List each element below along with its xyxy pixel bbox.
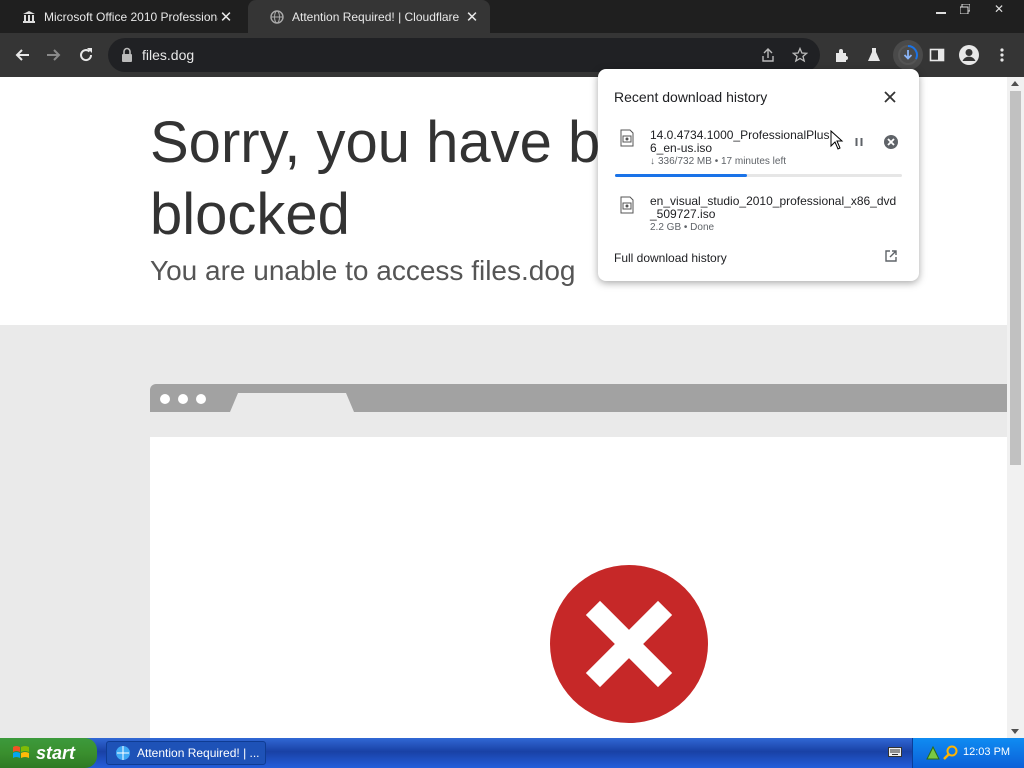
window-close-icon[interactable]: ✕ [984,0,1014,18]
download-item[interactable]: en_visual_studio_2010_professional_x86_d… [598,195,919,235]
start-button[interactable]: start [0,738,97,768]
screen: Microsoft Office 2010 Professional P ✕ A… [0,0,1024,768]
page-subtitle: You are unable to access files.dog [150,255,576,286]
menu-kebab-icon[interactable] [990,43,1014,67]
clock: 12:03 PM [963,746,1011,758]
disc-image-file-icon [620,129,634,147]
full-download-history-link[interactable]: Full download history [614,251,727,265]
filename-line: _509727.iso [650,207,716,221]
download-filename: en_visual_studio_2010_professional_x86_d… [650,195,900,221]
window-dot [160,394,170,404]
institution-icon [22,10,36,24]
download-meta: 336/732 MB • 17 minutes left [658,156,787,167]
x-circle-icon [550,565,708,723]
mouse-cursor-icon [830,130,844,150]
share-icon[interactable] [758,45,778,65]
browser-app-icon [116,746,130,760]
close-tab-icon[interactable]: ✕ [218,9,234,26]
illustration-tab [230,393,354,412]
profile-avatar-icon[interactable] [957,43,981,67]
download-progress-fill [615,174,748,177]
tab-bar: Microsoft Office 2010 Professional P ✕ A… [0,0,1024,33]
reload-button[interactable] [74,43,98,67]
keyboard-icon[interactable] [888,746,902,758]
open-in-new-icon[interactable] [884,249,898,263]
search-icon[interactable] [943,745,959,761]
task-label: Attention Required! | ... [137,746,260,760]
tab-cloudflare[interactable]: Attention Required! | Cloudflare ✕ [248,0,490,33]
close-icon[interactable] [882,89,898,105]
download-header: Recent download history [614,89,768,105]
download-arrow-icon: ↓ [650,156,655,167]
extensions-icon[interactable] [830,43,854,67]
windows-flag-icon [13,746,29,758]
tab-title: Attention Required! | Cloudflare [292,9,460,24]
close-tab-icon[interactable]: ✕ [464,9,480,26]
disc-image-file-icon [620,196,634,214]
network-icon[interactable] [925,745,941,761]
url-text: files.dog [142,47,195,63]
illustration-body [150,437,1007,738]
download-meta: 2.2 GB • Done [650,222,715,233]
taskbar: start Attention Required! | ... 12:03 PM [0,738,1024,768]
download-indicator-icon[interactable] [893,40,923,70]
taskbar-task-browser[interactable]: Attention Required! | ... [106,741,266,765]
side-panel-icon[interactable] [925,43,949,67]
cancel-download-icon[interactable] [883,134,899,150]
back-button[interactable] [10,43,34,67]
tab-office[interactable]: Microsoft Office 2010 Professional P ✕ [0,0,244,33]
address-bar[interactable]: files.dog [108,38,820,72]
restore-icon[interactable] [950,0,980,18]
tab-title: Microsoft Office 2010 Professional P [44,9,218,24]
vertical-scrollbar[interactable] [1007,77,1024,738]
download-item[interactable]: 14.0.4734.1000_ProfessionalPlus 6_en-us.… [598,127,919,181]
forward-button[interactable] [42,43,66,67]
illustration-area [0,325,1007,738]
labs-flask-icon[interactable] [862,43,886,67]
scroll-up-icon[interactable] [1011,81,1019,86]
lock-icon[interactable] [120,47,134,63]
scroll-thumb[interactable] [1010,91,1021,465]
globe-icon [270,9,284,24]
scroll-down-icon[interactable] [1011,729,1019,734]
pause-icon[interactable] [852,135,866,149]
browser-window-illustration [150,384,1007,412]
window-dot [196,394,206,404]
download-status: ↓ 336/732 MB • 17 minutes left [650,156,786,167]
star-icon[interactable] [790,45,810,65]
start-label: start [36,742,76,763]
download-bubble: Recent download history 14.0.4734.1000_P… [598,69,919,281]
window-dot [178,394,188,404]
download-progress-bar [615,174,902,177]
